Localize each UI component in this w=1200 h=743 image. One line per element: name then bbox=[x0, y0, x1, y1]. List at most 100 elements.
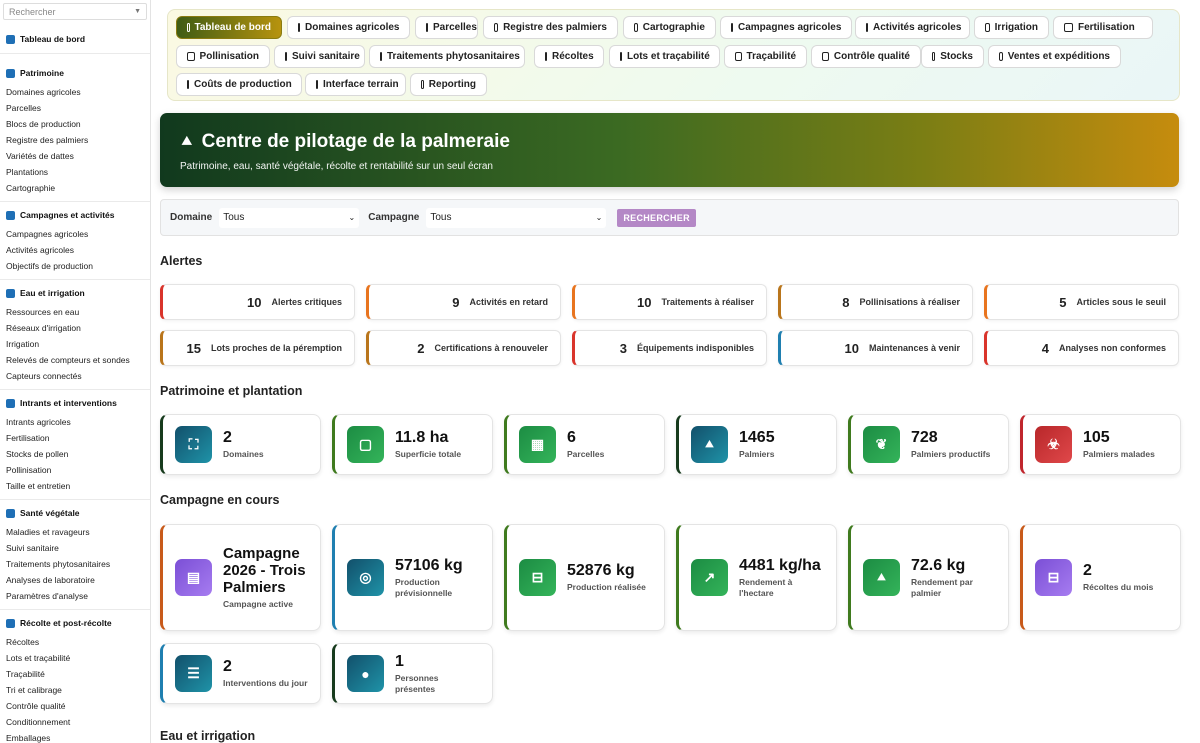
sidebar-search-input[interactable]: Rechercher ▼ bbox=[3, 3, 147, 20]
nav-button[interactable]: Contrôle qualité bbox=[811, 45, 921, 68]
sidebar-item[interactable]: Relevés de compteurs et sondes bbox=[0, 352, 150, 368]
alert-card[interactable]: 4 Analyses non conformes bbox=[984, 330, 1179, 366]
sidebar-item[interactable]: Variétés de dattes bbox=[0, 148, 150, 164]
nav-button[interactable]: Coûts de production bbox=[176, 73, 302, 96]
sidebar-item[interactable]: Traitements phytosanitaires bbox=[0, 556, 150, 572]
nav-button[interactable]: Fertilisation bbox=[1053, 16, 1153, 39]
sidebar-item[interactable]: Objectifs de production bbox=[0, 258, 150, 274]
money-icon bbox=[187, 80, 189, 89]
alert-card[interactable]: 5 Articles sous le seuil bbox=[984, 284, 1179, 320]
nav-button[interactable]: Parcelles bbox=[415, 16, 478, 39]
leaf-icon bbox=[1064, 23, 1073, 32]
nav-button[interactable]: Campagnes agricoles bbox=[720, 16, 852, 39]
sidebar-group-title[interactable]: Campagnes et activités bbox=[0, 210, 150, 226]
alert-card[interactable]: 10 Maintenances à venir bbox=[778, 330, 973, 366]
alert-card[interactable]: 8 Pollinisations à réaliser bbox=[778, 284, 973, 320]
sidebar-item[interactable]: Emballages bbox=[0, 730, 150, 743]
sidebar-item[interactable]: Lots et traçabilité bbox=[0, 650, 150, 666]
nav-button[interactable]: Traitements phytosanitaires bbox=[369, 45, 525, 68]
nav-button-label: Interface terrain bbox=[323, 79, 399, 90]
sidebar-item[interactable]: Irrigation bbox=[0, 336, 150, 352]
sidebar-item[interactable]: Intrants agricoles bbox=[0, 414, 150, 430]
alert-card[interactable]: 3 Équipements indisponibles bbox=[572, 330, 767, 366]
sidebar-item[interactable]: Stocks de pollen bbox=[0, 446, 150, 462]
tractor-icon bbox=[298, 23, 300, 32]
nav-button[interactable]: Cartographie bbox=[623, 16, 716, 39]
alert-card[interactable]: 10 Alertes critiques bbox=[160, 284, 355, 320]
hero-subtitle: Patrimoine, eau, santé végétale, récolte… bbox=[180, 161, 493, 172]
nav-button[interactable]: Activités agricoles bbox=[855, 16, 970, 39]
sidebar-item[interactable]: Cartographie bbox=[0, 180, 150, 196]
alert-count: 3 bbox=[619, 340, 627, 356]
alert-card[interactable]: 2 Certifications à renouveler bbox=[366, 330, 561, 366]
users-icon: ● bbox=[347, 655, 384, 692]
sidebar-item[interactable]: Domaines agricoles bbox=[0, 84, 150, 100]
nav-button-label: Suivi sanitaire bbox=[292, 51, 360, 62]
sidebar-item[interactable]: Réseaux d'irrigation bbox=[0, 320, 150, 336]
alert-card[interactable]: 10 Traitements à réaliser bbox=[572, 284, 767, 320]
nav-button-label: Contrôle qualité bbox=[833, 51, 910, 62]
nav-button-label: Ventes et expéditions bbox=[1007, 51, 1110, 62]
sidebar-item[interactable]: Blocs de production bbox=[0, 116, 150, 132]
sidebar-item[interactable]: Activités agricoles bbox=[0, 242, 150, 258]
section-title-eau: Eau et irrigation bbox=[160, 729, 256, 743]
nav-button[interactable]: Tableau de bord bbox=[176, 16, 282, 39]
sidebar-item[interactable]: Conditionnement bbox=[0, 714, 150, 730]
campaign-select[interactable]: Tous ⌄ bbox=[426, 207, 607, 228]
nav-button[interactable]: Lots et traçabilité bbox=[609, 45, 720, 68]
nav-button[interactable]: Domaines agricoles bbox=[287, 16, 410, 39]
sidebar-item[interactable]: Maladies et ravageurs bbox=[0, 524, 150, 540]
chart-pie-icon bbox=[421, 80, 424, 89]
sidebar-item[interactable]: Plantations bbox=[0, 164, 150, 180]
sidebar-group-title[interactable]: Récolte et post-récolte bbox=[0, 618, 150, 634]
sidebar-group-title[interactable]: Patrimoine bbox=[0, 68, 150, 84]
kpi-card: ● 1 Personnes présentes bbox=[332, 643, 493, 704]
kpi-card: ▦ 6 Parcelles bbox=[504, 414, 665, 475]
nav-button[interactable]: Irrigation bbox=[974, 16, 1049, 39]
alert-label: Articles sous le seuil bbox=[1076, 297, 1166, 307]
nav-button-label: Traçabilité bbox=[746, 51, 796, 62]
search-icon bbox=[285, 52, 287, 61]
nav-button[interactable]: Traçabilité bbox=[724, 45, 807, 68]
sidebar-item[interactable]: Registre des palmiers bbox=[0, 132, 150, 148]
nav-button[interactable]: Pollinisation bbox=[176, 45, 270, 68]
nav-button[interactable]: Stocks bbox=[921, 45, 984, 68]
sidebar-item[interactable]: Parcelles bbox=[0, 100, 150, 116]
sidebar-item[interactable]: Suivi sanitaire bbox=[0, 540, 150, 556]
nav-button[interactable]: Suivi sanitaire bbox=[274, 45, 365, 68]
nav-button[interactable]: Ventes et expéditions bbox=[988, 45, 1121, 68]
alert-card[interactable]: 9 Activités en retard bbox=[366, 284, 561, 320]
nav-button[interactable]: Interface terrain bbox=[305, 73, 406, 96]
nav-button[interactable]: Registre des palmiers bbox=[483, 16, 618, 39]
area-icon: ▢ bbox=[347, 426, 384, 463]
sidebar-item[interactable]: Pollinisation bbox=[0, 462, 150, 478]
list-icon bbox=[866, 23, 868, 32]
sidebar-item[interactable]: Tri et calibrage bbox=[0, 682, 150, 698]
alert-label: Certifications à renouveler bbox=[434, 343, 548, 353]
domain-select[interactable]: Tous ⌄ bbox=[219, 207, 360, 228]
sidebar-item[interactable]: Fertilisation bbox=[0, 430, 150, 446]
sidebar-item[interactable]: Contrôle qualité bbox=[0, 698, 150, 714]
sidebar-item-dashboard[interactable]: Tableau de bord bbox=[0, 34, 150, 48]
sidebar-group-title[interactable]: Santé végétale bbox=[0, 508, 150, 524]
sidebar-item[interactable]: Campagnes agricoles bbox=[0, 226, 150, 242]
sidebar-group-label: Santé végétale bbox=[20, 508, 80, 518]
sidebar-item[interactable]: Ressources en eau bbox=[0, 304, 150, 320]
sidebar-item[interactable]: Récoltes bbox=[0, 634, 150, 650]
nav-button-label: Traitements phytosanitaires bbox=[387, 51, 520, 62]
sidebar-item[interactable]: Paramètres d'analyse bbox=[0, 588, 150, 604]
search-button[interactable]: RECHERCHER bbox=[617, 208, 696, 227]
domain-select-value: Tous bbox=[223, 212, 245, 223]
kpi-card: ⊟ 2 Récoltes du mois bbox=[1020, 524, 1181, 631]
sidebar-item[interactable]: Traçabilité bbox=[0, 666, 150, 682]
sidebar-item[interactable]: Capteurs connectés bbox=[0, 368, 150, 384]
boxes-icon bbox=[932, 52, 936, 61]
nav-button[interactable]: Récoltes bbox=[534, 45, 604, 68]
sidebar-group-title[interactable]: Eau et irrigation bbox=[0, 288, 150, 304]
nav-button[interactable]: Reporting bbox=[410, 73, 487, 96]
sidebar-group-title[interactable]: Intrants et interventions bbox=[0, 398, 150, 414]
alert-card[interactable]: 15 Lots proches de la péremption bbox=[160, 330, 355, 366]
sidebar-item[interactable]: Analyses de laboratoire bbox=[0, 572, 150, 588]
sidebar-group-label: Récolte et post-récolte bbox=[20, 618, 112, 628]
sidebar-item[interactable]: Taille et entretien bbox=[0, 478, 150, 494]
